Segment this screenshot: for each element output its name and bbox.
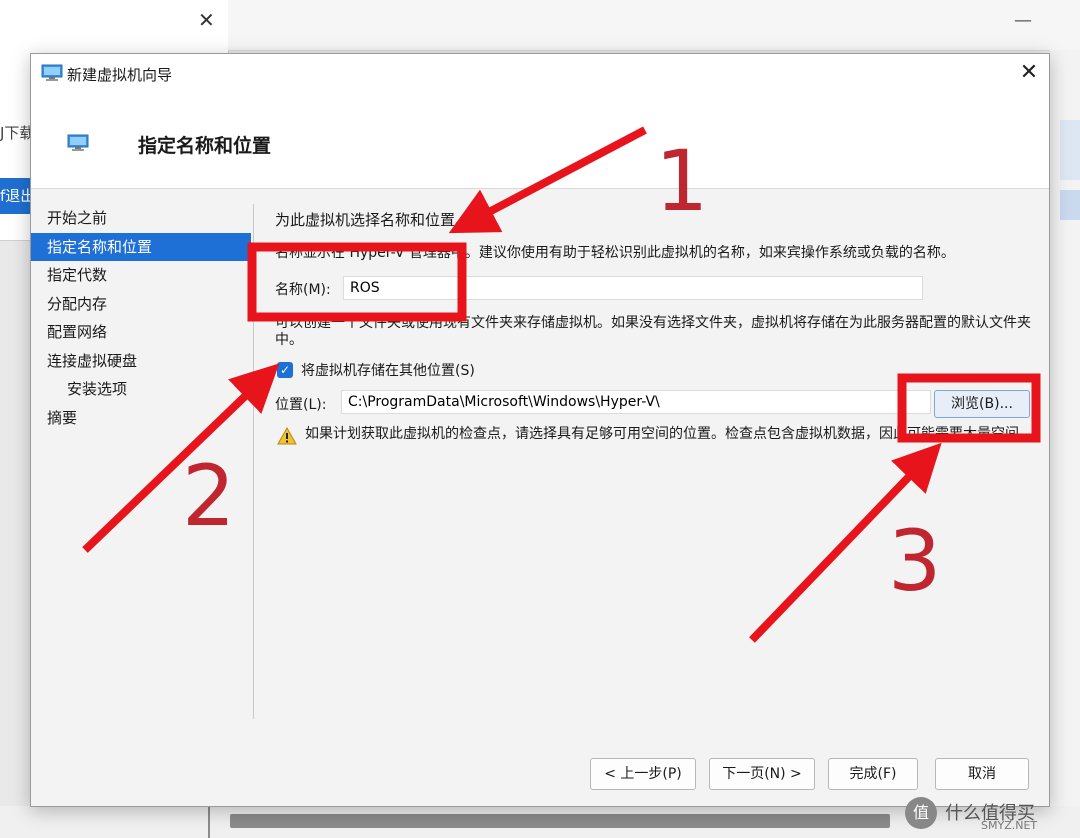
annotation-number-3: 3 <box>888 512 942 610</box>
browse-button[interactable]: 浏览(B)... <box>934 390 1030 418</box>
checkpoint-warning-text: 如果计划获取此虚拟机的检查点，请选择具有足够可用空间的位置。检查点包含虚拟机数据… <box>305 426 1033 442</box>
cancel-button[interactable]: 取消 <box>935 758 1029 790</box>
background-panel-strip <box>1060 120 1080 180</box>
name-label: 名称(M): <box>275 282 331 298</box>
annotation-number-1: 1 <box>655 132 709 230</box>
dialog-titlebar: 新建虚拟机向导 ✕ <box>31 54 1049 92</box>
location-input[interactable] <box>341 390 931 414</box>
monitor-icon <box>41 64 63 81</box>
wizard-footer: < 上一步(P) 下一页(N) > 完成(F) 取消 <box>31 734 1049 806</box>
nav-item-memory[interactable]: 分配内存 <box>31 290 251 319</box>
watermark-subtext: SMYZ.NET <box>981 819 1038 832</box>
previous-button[interactable]: < 上一步(P) <box>590 758 696 790</box>
nav-item-networking[interactable]: 配置网络 <box>31 318 251 347</box>
wizard-steps-nav: 开始之前 指定名称和位置 指定代数 分配内存 配置网络 连接虚拟硬盘 安装选项 … <box>31 204 251 432</box>
name-input[interactable] <box>343 276 923 300</box>
store-elsewhere-label[interactable]: 将虚拟机存储在其他位置(S) <box>301 360 475 380</box>
folder-description: 可以创建一个文件夹或使用现有文件夹来存储虚拟机。如果没有选择文件夹，虚拟机将存储… <box>275 315 1031 348</box>
background-minimize-icon[interactable]: — <box>1014 10 1032 31</box>
store-elsewhere-checkbox[interactable]: ✓ <box>277 362 293 378</box>
new-vm-wizard-dialog: 新建虚拟机向导 ✕ 指定名称和位置 开始之前 指定名称和位置 指定代数 分配内存… <box>30 53 1050 807</box>
nav-item-virtual-disk[interactable]: 连接虚拟硬盘 <box>31 347 251 376</box>
nav-item-install-options[interactable]: 安装选项 <box>31 375 251 404</box>
nav-divider <box>253 204 254 719</box>
site-watermark: 值 什么值得买 SMYZ.NET <box>905 793 1075 833</box>
background-window-right: — <box>228 0 1080 51</box>
annotation-number-2: 2 <box>182 447 236 545</box>
next-button[interactable]: 下一页(N) > <box>709 758 815 790</box>
dialog-title: 新建虚拟机向导 <box>67 66 173 84</box>
nav-item-before-you-begin[interactable]: 开始之前 <box>31 204 251 233</box>
background-exit-button[interactable]: f退出 <box>0 178 30 214</box>
nav-item-summary[interactable]: 摘要 <box>31 404 251 433</box>
background-side-panel <box>1050 50 1080 838</box>
location-label: 位置(L): <box>275 397 327 413</box>
warning-icon <box>277 427 297 445</box>
background-panel-strip <box>1060 190 1080 220</box>
background-close-icon[interactable]: ✕ <box>198 8 215 32</box>
close-icon[interactable]: ✕ <box>1015 59 1043 87</box>
wizard-header: 指定名称和位置 <box>31 92 1049 189</box>
name-description: 名称显示在 Hyper-V 管理器中。建议你使用有助于轻松识别此虚拟机的名称，如… <box>275 245 955 261</box>
nav-item-generation[interactable]: 指定代数 <box>31 261 251 290</box>
nav-item-name-location[interactable]: 指定名称和位置 <box>31 232 251 261</box>
wizard-main-content: 为此虚拟机选择名称和位置。 名称显示在 Hyper-V 管理器中。建议你使用有助… <box>275 204 1035 724</box>
watermark-logo-icon: 值 <box>905 797 937 829</box>
background-scrollbar[interactable] <box>230 814 890 828</box>
background-divider <box>208 806 210 838</box>
section-title: 为此虚拟机选择名称和位置。 <box>275 211 471 229</box>
monitor-icon <box>67 134 89 151</box>
finish-button[interactable]: 完成(F) <box>828 758 918 790</box>
page-title: 指定名称和位置 <box>138 135 272 157</box>
